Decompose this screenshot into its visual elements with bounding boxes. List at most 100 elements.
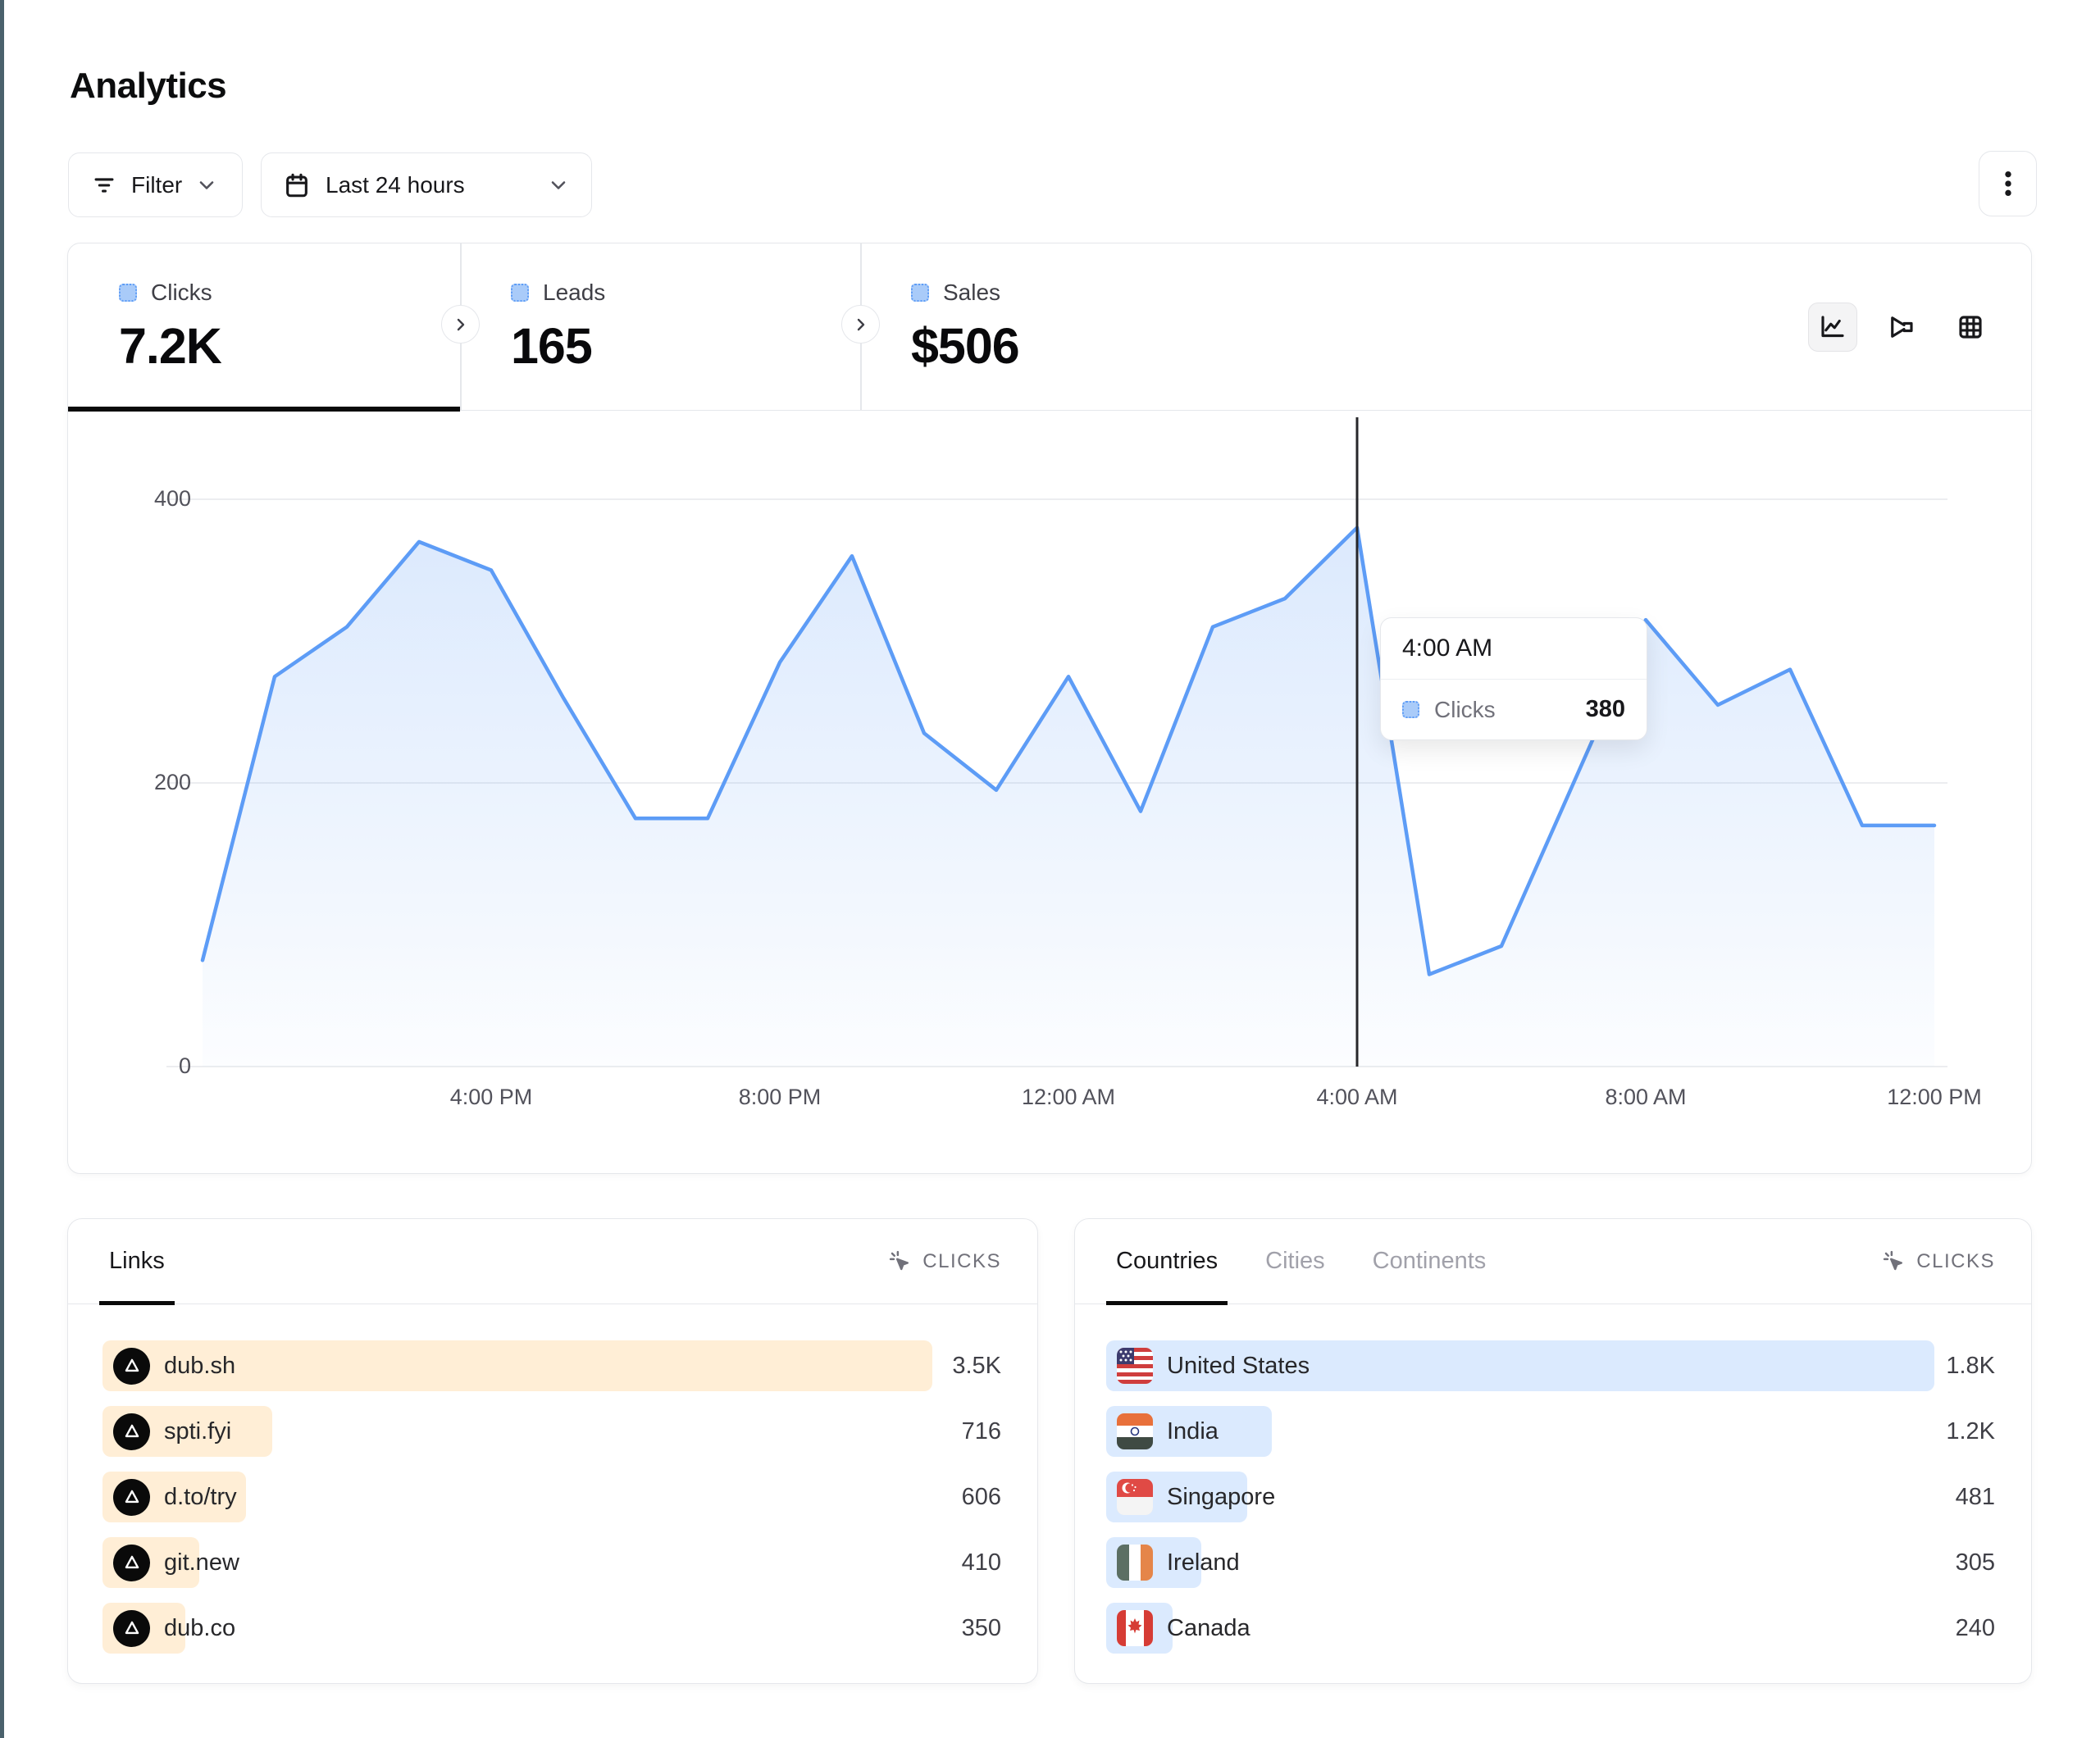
link-label: git.new xyxy=(164,1549,239,1576)
x-axis-tick: 8:00 AM xyxy=(1572,1085,1720,1110)
dub-logo-icon xyxy=(113,1413,150,1450)
x-axis-tick: 4:00 PM xyxy=(417,1085,565,1110)
country-row[interactable]: India 1.2K xyxy=(1106,1406,1995,1457)
line-chart-icon xyxy=(1818,312,1847,342)
country-clicks-value: 1.2K xyxy=(1946,1418,1995,1445)
link-row[interactable]: spti.fyi 716 xyxy=(102,1406,1001,1457)
stat-value: 165 xyxy=(511,317,860,375)
ireland-flag-icon xyxy=(1117,1545,1153,1581)
y-axis-tick: 400 xyxy=(117,486,191,512)
country-clicks-value: 240 xyxy=(1956,1615,1995,1642)
link-label: spti.fyi xyxy=(164,1418,231,1445)
country-label: Ireland xyxy=(1167,1549,1240,1576)
chevron-down-icon xyxy=(195,174,218,197)
countries-panel-header: Countries Cities Continents CLICKS xyxy=(1075,1219,2031,1304)
line-chart-toggle-button[interactable] xyxy=(1808,303,1857,352)
table-grid-icon xyxy=(1956,312,1985,342)
funnel-chart-icon xyxy=(1887,312,1916,342)
country-clicks-value: 1.8K xyxy=(1946,1353,1995,1380)
country-row[interactable]: Ireland 305 xyxy=(1106,1537,1995,1588)
leads-legend-swatch-icon xyxy=(511,284,529,302)
canada-flag-icon xyxy=(1117,1610,1153,1646)
date-range-button[interactable]: Last 24 hours xyxy=(261,152,592,217)
tab-links[interactable]: Links xyxy=(109,1219,165,1304)
chevron-down-icon xyxy=(547,174,570,197)
x-axis-tick: 4:00 AM xyxy=(1283,1085,1431,1110)
country-label: Canada xyxy=(1167,1615,1250,1642)
link-row[interactable]: dub.sh 3.5K xyxy=(102,1340,1001,1391)
x-axis-tick: 12:00 PM xyxy=(1861,1085,2008,1110)
chart-tooltip: 4:00 AM Clicks 380 xyxy=(1380,617,1647,740)
chevron-right-icon xyxy=(852,316,870,334)
countries-metric-label: CLICKS xyxy=(1916,1250,1995,1273)
y-axis-tick: 0 xyxy=(117,1053,191,1079)
clicks-legend-swatch-icon xyxy=(1402,701,1419,718)
analytics-card: Clicks 7.2K Leads 165 Sales $506 xyxy=(67,243,2032,1174)
country-row[interactable]: United States 1.8K xyxy=(1106,1340,1995,1391)
funnel-chart-toggle-button[interactable] xyxy=(1877,303,1926,352)
countries-metric-selector[interactable]: CLICKS xyxy=(1882,1249,1995,1274)
link-row[interactable]: dub.co 350 xyxy=(102,1603,1001,1654)
tab-leads[interactable]: Leads 165 xyxy=(460,243,860,411)
country-label: Singapore xyxy=(1167,1484,1275,1511)
links-metric-label: CLICKS xyxy=(922,1250,1001,1273)
link-row[interactable]: d.to/try 606 xyxy=(102,1472,1001,1522)
filter-button-label: Filter xyxy=(131,172,182,198)
chevron-right-icon xyxy=(452,316,470,334)
dub-logo-icon xyxy=(113,1610,150,1647)
tooltip-value: 380 xyxy=(1586,696,1625,723)
expand-clicks-button[interactable] xyxy=(441,305,480,344)
links-metric-selector[interactable]: CLICKS xyxy=(888,1249,1001,1274)
more-options-button[interactable] xyxy=(1979,151,2037,216)
link-label: d.to/try xyxy=(164,1484,237,1511)
stat-label: Leads xyxy=(543,280,605,306)
chart-type-toggle-group xyxy=(1808,303,1995,352)
clicks-legend-swatch-icon xyxy=(119,284,137,302)
country-row[interactable]: Singapore 481 xyxy=(1106,1472,1995,1522)
country-label: United States xyxy=(1167,1353,1310,1380)
tab-clicks[interactable]: Clicks 7.2K xyxy=(68,243,460,411)
pointer-click-icon xyxy=(1882,1249,1906,1274)
stats-tabs-row: Clicks 7.2K Leads 165 Sales $506 xyxy=(68,243,2031,411)
calendar-icon xyxy=(283,171,311,199)
y-axis-tick: 200 xyxy=(117,770,191,795)
kebab-menu-icon xyxy=(1994,167,2022,200)
countries-panel: Countries Cities Continents CLICKS Unite… xyxy=(1074,1218,2032,1684)
tab-continents[interactable]: Continents xyxy=(1373,1219,1487,1304)
dub-logo-icon xyxy=(113,1479,150,1516)
tooltip-series-label: Clicks xyxy=(1434,697,1571,723)
sales-legend-swatch-icon xyxy=(911,284,929,302)
page-title: Analytics xyxy=(70,66,226,107)
link-row[interactable]: git.new 410 xyxy=(102,1537,1001,1588)
link-clicks-value: 350 xyxy=(962,1615,1001,1642)
tab-cities[interactable]: Cities xyxy=(1265,1219,1325,1304)
filter-button[interactable]: Filter xyxy=(68,152,243,217)
tooltip-time: 4:00 AM xyxy=(1381,618,1647,680)
link-label: dub.co xyxy=(164,1615,235,1642)
x-axis-tick: 8:00 PM xyxy=(706,1085,854,1110)
clicks-timeseries-chart[interactable]: 400 200 0 4:00 PM 8:00 PM 12:00 AM 4:00 … xyxy=(68,411,2033,1175)
dub-logo-icon xyxy=(113,1545,150,1581)
countries-list: United States 1.8K India 1.2K xyxy=(1075,1304,2031,1668)
tab-sales[interactable]: Sales $506 xyxy=(860,243,1260,411)
window-edge-strip xyxy=(0,0,4,1738)
links-list: dub.sh 3.5K spti.fyi 716 xyxy=(68,1304,1037,1668)
india-flag-icon xyxy=(1117,1413,1153,1449)
date-range-label: Last 24 hours xyxy=(326,172,532,198)
table-view-toggle-button[interactable] xyxy=(1946,303,1995,352)
pointer-click-icon xyxy=(888,1249,913,1274)
country-row[interactable]: Canada 240 xyxy=(1106,1603,1995,1654)
country-clicks-value: 305 xyxy=(1956,1549,1995,1576)
chart-canvas xyxy=(68,411,2033,1175)
links-panel-header: Links CLICKS xyxy=(68,1219,1037,1304)
analytics-page: Analytics Filter Last 24 hours Cl xyxy=(0,0,2100,1738)
stat-value: 7.2K xyxy=(119,317,460,375)
tab-countries[interactable]: Countries xyxy=(1116,1219,1218,1304)
clicks-area-fill xyxy=(203,528,1934,1067)
us-flag-icon xyxy=(1117,1348,1153,1384)
link-clicks-value: 410 xyxy=(962,1549,1001,1576)
expand-leads-button[interactable] xyxy=(841,305,880,344)
link-clicks-value: 606 xyxy=(962,1484,1001,1511)
links-panel: Links CLICKS dub.sh 3.5K xyxy=(67,1218,1038,1684)
stat-label: Clicks xyxy=(151,280,212,306)
